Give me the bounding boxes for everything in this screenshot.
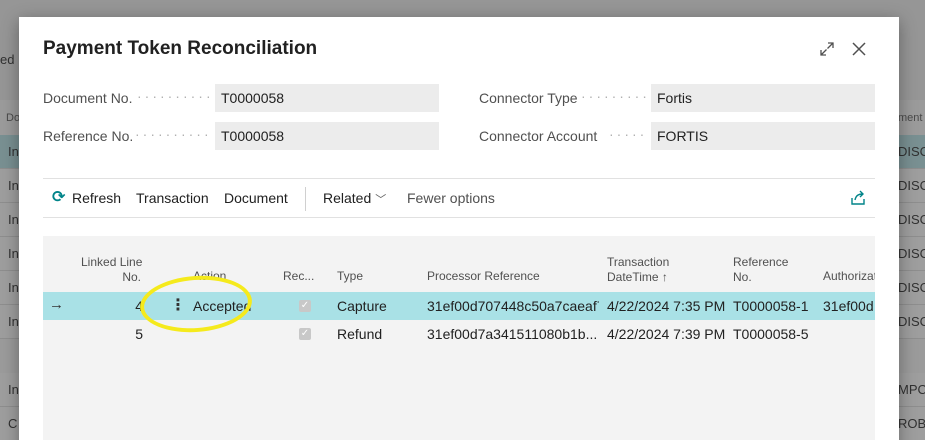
connector-type-value[interactable]: Fortis xyxy=(651,84,875,112)
reconciliation-grid: Linked Line No. Action Rec... Type Proce… xyxy=(43,236,875,440)
connector-account-field: Connector Account ····· FORTIS xyxy=(479,122,875,150)
sort-ascending-icon: ↑ xyxy=(661,270,668,284)
reference-no-label: Reference No. xyxy=(43,128,134,144)
row-selected-arrow-icon: → xyxy=(49,296,64,313)
column-header-transaction-datetime[interactable]: Transaction DateTime ↑ xyxy=(607,255,669,285)
chevron-down-icon: ﹀ xyxy=(375,194,387,206)
cell-processor-reference: 31ef00d7a341511080b1b... xyxy=(427,326,598,342)
action-bar: ⟳ Refresh Transaction Document Related ﹀ … xyxy=(43,178,875,218)
refresh-button[interactable]: Refresh xyxy=(72,190,121,206)
cell-type: Refund xyxy=(337,326,383,342)
connector-type-field: Connector Type ········· Fortis xyxy=(479,84,875,112)
reconciled-checkbox[interactable]: ✓ xyxy=(299,328,311,340)
document-no-field: Document No. ·········· T0000058 xyxy=(43,84,439,112)
cell-linked-line: 4 xyxy=(135,298,143,314)
cell-processor-reference: 31ef00d707448c50a7caeaf7 xyxy=(427,298,599,314)
document-no-value[interactable]: T0000058 xyxy=(215,84,439,112)
close-button[interactable] xyxy=(847,37,871,61)
share-icon xyxy=(851,190,865,205)
reconciled-checkbox[interactable]: ✓ xyxy=(299,300,311,312)
column-header-processor-reference[interactable]: Processor Reference xyxy=(427,269,540,284)
column-header-authorization[interactable]: Authorizat xyxy=(823,269,875,284)
related-label: Related xyxy=(323,190,372,206)
connector-account-label: Connector Account xyxy=(479,128,598,144)
connector-type-label: Connector Type xyxy=(479,90,578,106)
leader-dots: ········· xyxy=(581,88,650,104)
refresh-icon: ⟳ xyxy=(52,189,66,206)
reference-no-value[interactable]: T0000058 xyxy=(215,122,439,150)
related-menu[interactable]: Related ﹀ xyxy=(323,190,386,207)
cell-reference-no: T0000058-1 xyxy=(733,298,809,314)
cell-linked-line: 5 xyxy=(135,326,143,342)
share-button[interactable] xyxy=(849,189,867,207)
leader-dots: ·········· xyxy=(137,88,214,104)
column-header-reference-no[interactable]: Reference No. xyxy=(733,255,788,285)
connector-account-value[interactable]: FORTIS xyxy=(651,122,875,150)
cell-transaction-datetime: 4/22/2024 7:39 PM xyxy=(607,326,726,342)
action-bar-separator xyxy=(305,187,306,211)
cell-transaction-datetime: 4/22/2024 7:35 PM xyxy=(607,298,726,314)
expand-button[interactable] xyxy=(815,37,839,61)
linked-line-header-line1: Linked Line xyxy=(81,255,143,269)
leader-dots: ····· xyxy=(609,126,648,142)
document-no-label: Document No. xyxy=(43,90,133,106)
cell-authorization: 31ef00d xyxy=(823,298,874,314)
transaction-header-line1: Transaction xyxy=(607,255,670,269)
close-icon xyxy=(852,42,866,56)
expand-icon xyxy=(820,42,834,56)
linked-line-header-line2: No. xyxy=(122,270,141,284)
transaction-button[interactable]: Transaction xyxy=(136,190,209,206)
cell-type: Capture xyxy=(337,298,387,314)
leader-dots: ·········· xyxy=(135,126,212,142)
dialog-title: Payment Token Reconciliation xyxy=(43,38,318,59)
payment-token-reconciliation-dialog: Payment Token Reconciliation Document No… xyxy=(19,17,899,440)
column-header-type[interactable]: Type xyxy=(337,269,363,284)
reference-header-line1: Reference xyxy=(733,255,789,269)
fewer-options-button[interactable]: Fewer options xyxy=(407,190,495,206)
reference-header-line2: No. xyxy=(733,270,752,284)
transaction-header-line2: DateTime xyxy=(607,270,659,284)
column-header-linked-line[interactable]: Linked Line No. xyxy=(81,255,143,285)
column-header-reconciled[interactable]: Rec... xyxy=(283,269,314,284)
reference-no-field: Reference No. ·········· T0000058 xyxy=(43,122,439,150)
cell-reference-no: T0000058-5 xyxy=(733,326,809,342)
document-button[interactable]: Document xyxy=(224,190,288,206)
